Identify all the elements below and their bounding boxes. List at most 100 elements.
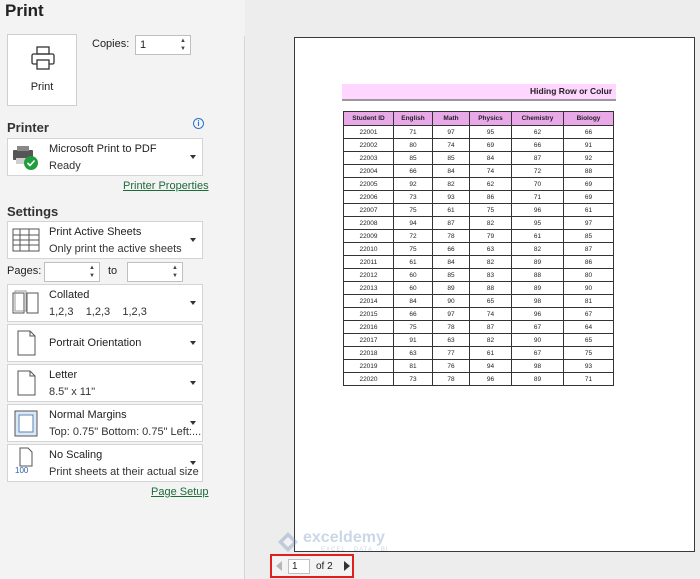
margins-dropdown[interactable]: Normal Margins Top: 0.75" Bottom: 0.75" … [7, 404, 203, 442]
scaling-dropdown[interactable]: 100 No Scaling Print sheets at their act… [7, 444, 203, 482]
table-cell: 61 [469, 346, 512, 360]
printer-icon [31, 46, 55, 70]
table-row: 22018 63 77 61 67 75 [343, 346, 614, 360]
table-cell: 22011 [343, 255, 394, 269]
table-row: 22003 85 85 84 87 92 [343, 151, 614, 165]
table-cell: 22018 [343, 346, 394, 360]
table-header-row: Student ID English Math Physics Chemistry Bio… [343, 111, 614, 126]
paper-size-title: Letter [49, 369, 78, 381]
exceldemy-logo-icon [278, 532, 298, 552]
table-cell: 88 [511, 268, 564, 282]
table-cell: 84 [432, 164, 470, 178]
print-scope-subtitle: Only print the active sheets [49, 243, 182, 255]
table-row: 22002 80 74 69 66 91 [343, 138, 614, 152]
paper-size-dropdown[interactable]: Letter 8.5" x 11" [7, 364, 203, 402]
table-row: 22019 81 76 94 98 93 [343, 359, 614, 373]
page-setup-link[interactable]: Page Setup [151, 486, 209, 498]
previous-page-icon[interactable] [276, 561, 282, 571]
table-cell: 22017 [343, 333, 394, 347]
table-cell: 92 [563, 151, 614, 165]
current-page-input[interactable]: 1 [288, 559, 310, 574]
next-page-icon[interactable] [344, 561, 350, 571]
table-row: 22014 84 90 65 98 81 [343, 294, 614, 308]
table-header-cell: Math [432, 111, 470, 126]
table-cell: 63 [469, 242, 512, 256]
table-header-cell: Physics [469, 111, 512, 126]
table-cell: 87 [511, 151, 564, 165]
table-cell: 95 [469, 125, 512, 139]
table-cell: 84 [469, 151, 512, 165]
table-cell: 86 [563, 255, 614, 269]
table-cell: 65 [563, 333, 614, 347]
print-preview-pane: Hiding Row or Colur Student ID English Mat… [245, 0, 700, 579]
table-cell: 93 [432, 190, 470, 204]
scaling-page-icon: 100 [9, 447, 43, 479]
table-cell: 98 [511, 359, 564, 373]
print-scope-title: Print Active Sheets [49, 226, 142, 238]
table-cell: 87 [432, 216, 470, 230]
table-cell: 88 [469, 281, 512, 295]
table-cell: 66 [432, 242, 470, 256]
table-cell: 89 [511, 281, 564, 295]
table-cell: 66 [511, 138, 564, 152]
table-cell: 63 [432, 333, 470, 347]
pages-to-input[interactable]: ▲ ▼ [127, 262, 183, 282]
table-cell: 69 [563, 190, 614, 204]
chevron-down-icon [190, 461, 196, 465]
table-cell: 82 [469, 255, 512, 269]
table-cell: 22008 [343, 216, 394, 230]
pages-from-spin-buttons[interactable]: ▲ ▼ [88, 264, 96, 280]
copies-stepper[interactable]: 1 ▲ ▼ [135, 35, 191, 55]
table-cell: 77 [432, 346, 470, 360]
table-cell: 22001 [343, 125, 394, 139]
table-cell: 78 [432, 372, 470, 386]
pages-to-spin-buttons[interactable]: ▲ ▼ [171, 264, 179, 280]
collation-title: Collated [49, 289, 90, 301]
table-cell: 86 [469, 190, 512, 204]
table-cell: 22013 [343, 281, 394, 295]
print-button-label: Print [30, 81, 54, 93]
table-cell: 78 [432, 229, 470, 243]
chevron-down-icon [190, 238, 196, 242]
orientation-title: Portrait Orientation [49, 337, 142, 349]
table-cell: 80 [563, 268, 614, 282]
table-cell: 67 [511, 346, 564, 360]
table-cell: 96 [469, 372, 512, 386]
table-cell: 66 [563, 125, 614, 139]
table-body: 22001 71 97 95 62 66 22002 80 74 69 66 91 22003 85 85 8… [343, 125, 614, 386]
table-cell: 63 [393, 346, 433, 360]
preview-page: Hiding Row or Colur Student ID English Mat… [294, 37, 695, 552]
table-header-cell: Student ID [343, 111, 394, 126]
table-cell: 71 [511, 190, 564, 204]
pages-label: Pages: [7, 265, 42, 277]
table-cell: 90 [432, 294, 470, 308]
table-cell: 22016 [343, 320, 394, 334]
table-row: 22015 66 97 74 96 67 [343, 307, 614, 321]
orientation-dropdown[interactable]: Portrait Orientation [7, 324, 203, 362]
table-cell: 22019 [343, 359, 394, 373]
scaling-icon-text: 100 [15, 466, 29, 475]
print-scope-dropdown[interactable]: Print Active Sheets Only print the activ… [7, 221, 203, 259]
table-row: 22009 72 78 79 61 85 [343, 229, 614, 243]
table-cell: 88 [563, 164, 614, 178]
page-title: Print [5, 1, 44, 20]
info-icon[interactable]: i [193, 118, 204, 129]
print-button[interactable]: Print [7, 34, 77, 106]
table-cell: 75 [393, 242, 433, 256]
table-cell: 22005 [343, 177, 394, 191]
table-cell: 87 [469, 320, 512, 334]
portrait-page-icon [17, 330, 36, 356]
chevron-down-icon [190, 155, 196, 159]
printer-properties-link[interactable]: Printer Properties [123, 180, 209, 192]
copies-label: Copies: [92, 38, 130, 50]
table-row: 22004 66 84 74 72 88 [343, 164, 614, 178]
table-cell: 64 [563, 320, 614, 334]
table-cell: 22014 [343, 294, 394, 308]
copies-spin-buttons[interactable]: ▲ ▼ [179, 37, 187, 53]
pages-from-input[interactable]: ▲ ▼ [44, 262, 100, 282]
collation-dropdown[interactable]: Collated 1,2,3 1,2,3 1,2,3 [7, 284, 203, 322]
printer-dropdown[interactable]: Microsoft Print to PDF Ready [7, 138, 203, 176]
table-cell: 75 [393, 320, 433, 334]
table-cell: 73 [393, 372, 433, 386]
settings-heading: Settings [7, 204, 59, 219]
